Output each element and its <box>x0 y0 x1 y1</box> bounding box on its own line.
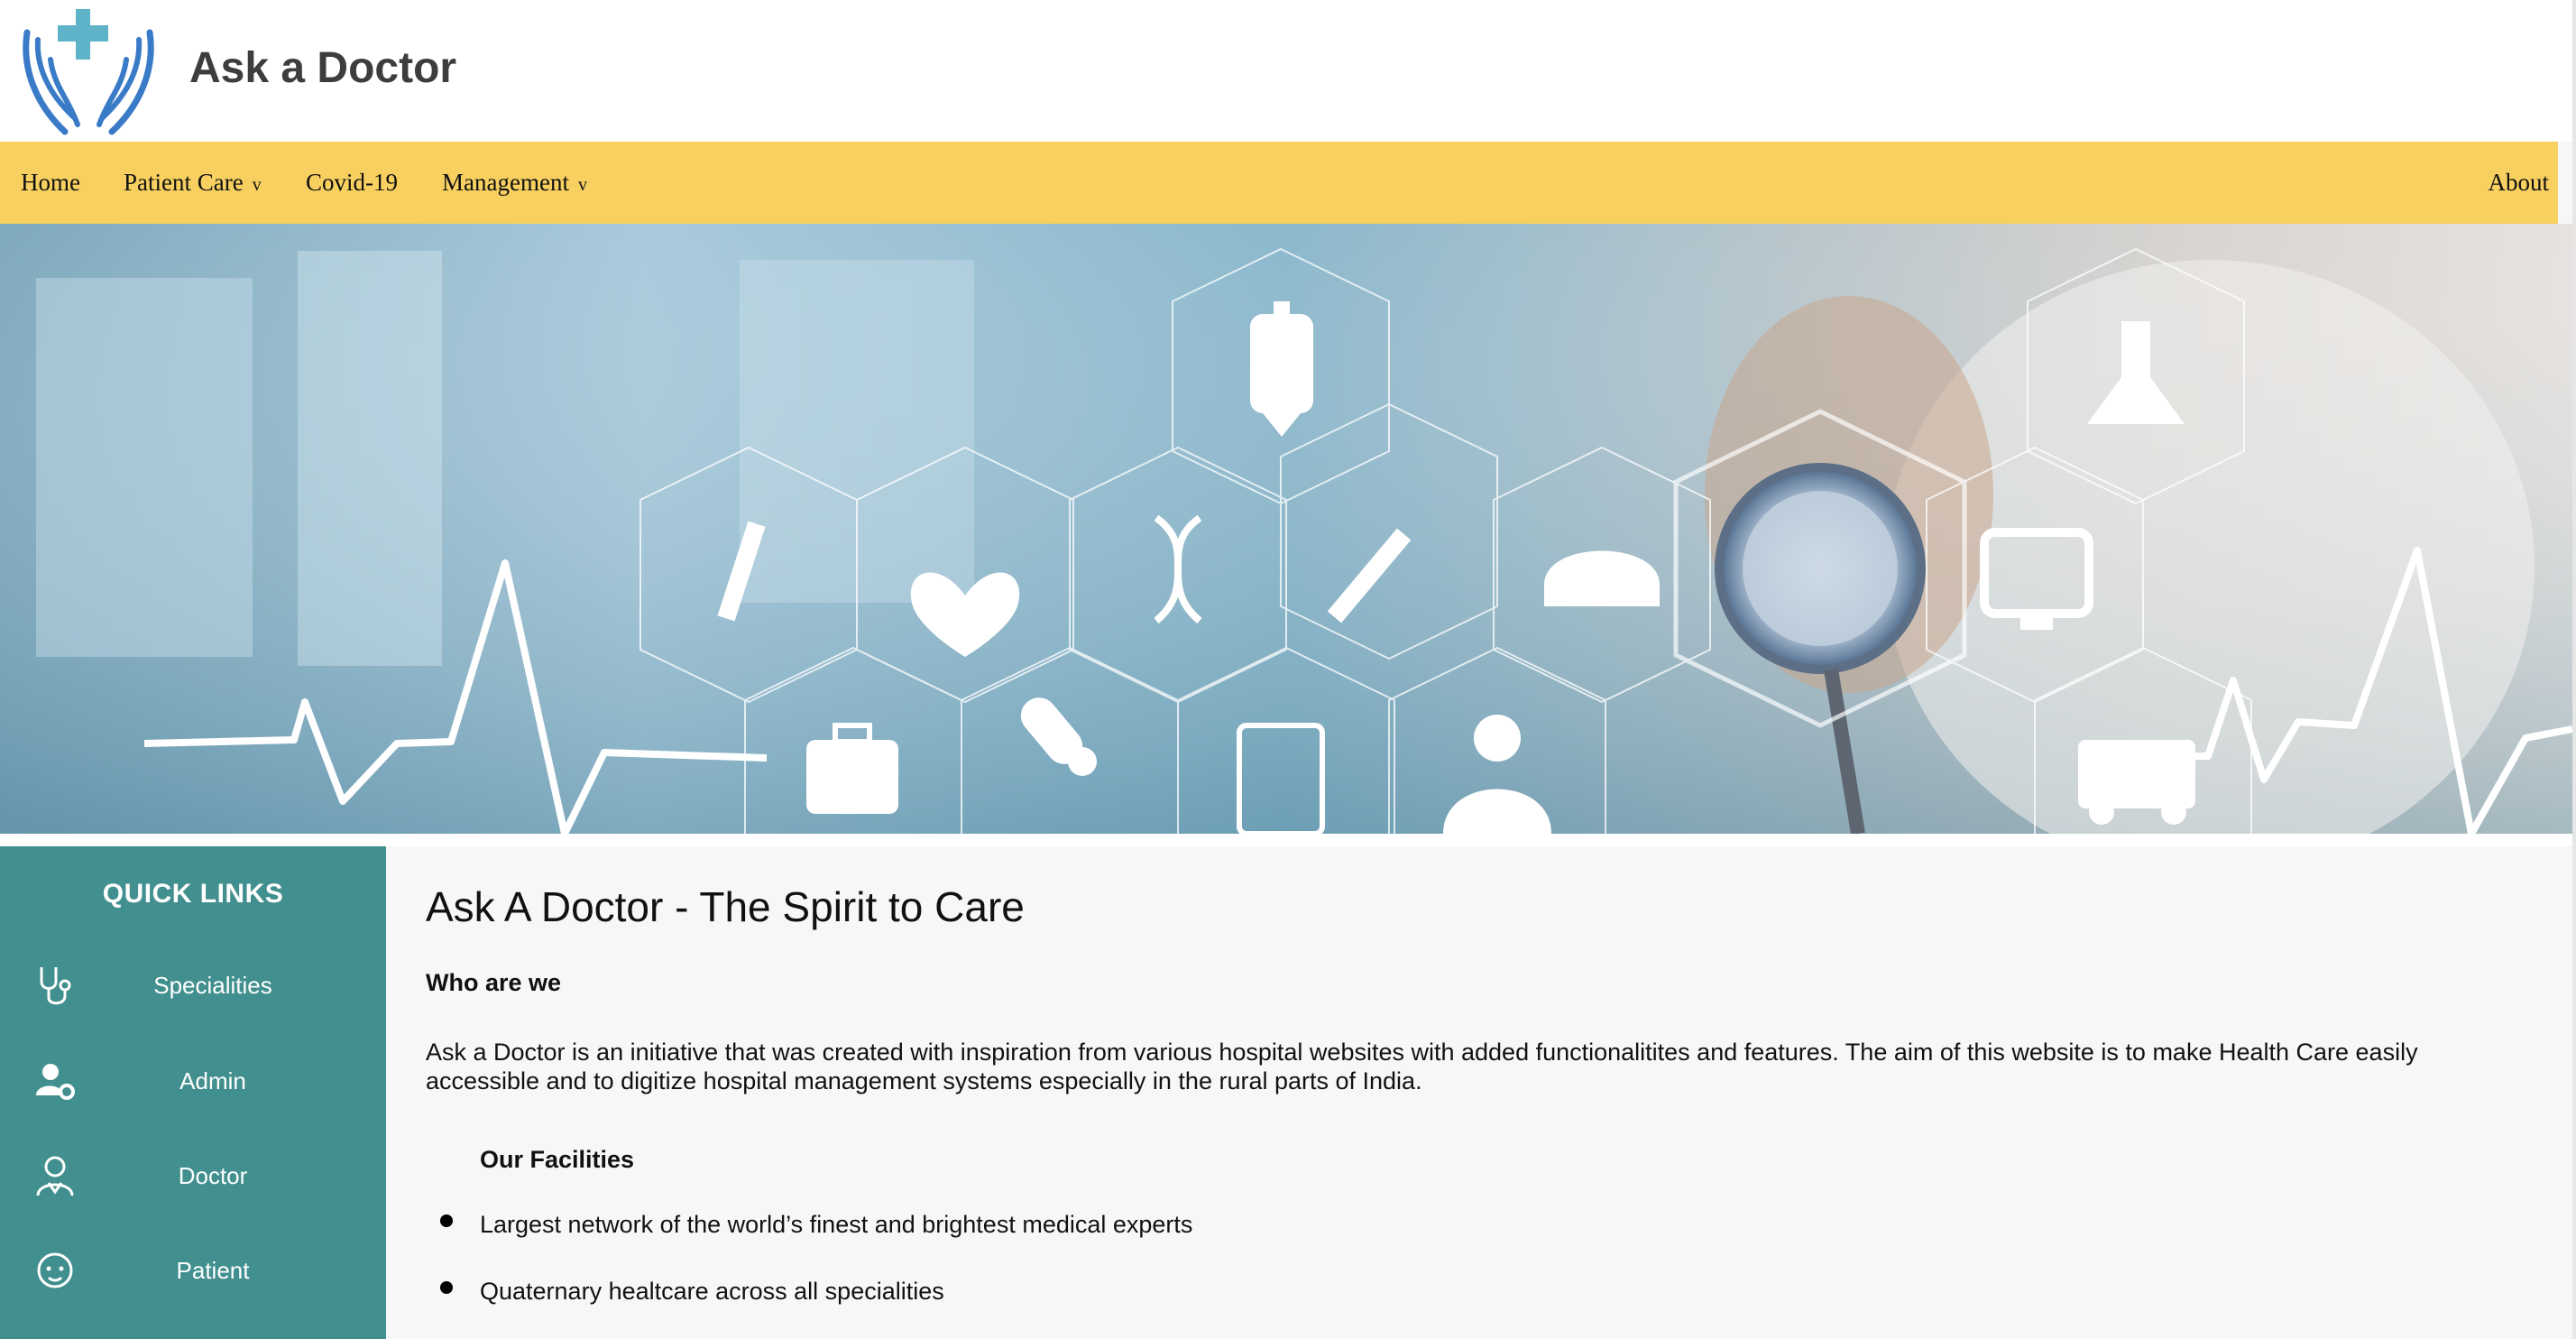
stethoscope-icon <box>40 967 71 1005</box>
site-header: Ask a Doctor <box>0 0 2576 142</box>
main-content: Ask A Doctor - The Spirit to Care Who ar… <box>386 846 2572 1339</box>
nav-patient-care-label: Patient Care <box>124 169 244 196</box>
hero-banner-image <box>0 224 2572 834</box>
quick-link-admin[interactable]: Admin <box>0 1045 386 1117</box>
nav-home[interactable]: Home <box>21 142 80 224</box>
nav-management-label: Management <box>442 169 569 196</box>
quick-links-sidebar: QUICK LINKS Specialities Admin Doctor Pa… <box>0 846 386 1339</box>
nav-home-label: Home <box>21 169 80 196</box>
page-scrollbar[interactable] <box>2572 0 2576 1339</box>
banner-divider <box>0 834 2572 846</box>
chevron-down-icon: v <box>252 175 262 195</box>
quick-links-title: QUICK LINKS <box>102 879 284 909</box>
hands-medical-cross-icon[interactable] <box>18 5 159 139</box>
facility-text: Largest network of the world’s finest an… <box>480 1211 1193 1238</box>
facilities-heading: Our Facilities <box>480 1146 635 1173</box>
page-title: Ask A Doctor - The Spirit to Care <box>426 883 1025 930</box>
nav-patient-care[interactable]: Patient Care v <box>124 142 262 224</box>
quick-link-doctor-label: Doctor <box>178 1162 248 1189</box>
quick-link-admin-label: Admin <box>179 1067 246 1094</box>
main-navbar: Home Patient Care v Covid-19 Management v … <box>0 142 2558 224</box>
nav-about[interactable]: About <box>2489 142 2550 224</box>
facility-list-item: Quaternary healtcare across all speciali… <box>440 1278 944 1306</box>
chevron-down-icon: v <box>577 175 587 195</box>
bullet-icon <box>440 1214 453 1227</box>
facility-text: Quaternary healtcare across all speciali… <box>480 1278 944 1305</box>
bullet-icon <box>440 1280 453 1294</box>
quick-link-doctor[interactable]: Doctor <box>0 1140 386 1212</box>
hero-banner <box>0 224 2572 834</box>
nav-covid-19-label: Covid-19 <box>306 169 399 196</box>
who-are-we-heading: Who are we <box>426 969 562 996</box>
nav-covid-19[interactable]: Covid-19 <box>306 142 398 224</box>
quick-link-specialities-label: Specialities <box>153 972 272 999</box>
doctor-icon <box>36 1156 74 1196</box>
facility-list-item: Largest network of the world’s finest an… <box>440 1211 1192 1239</box>
user-gear-icon <box>36 1064 75 1100</box>
nav-management[interactable]: Management v <box>442 142 587 224</box>
patient-face-icon <box>37 1252 73 1288</box>
intro-paragraph: Ask a Doctor is an initiative that was c… <box>426 1039 2418 1094</box>
site-title[interactable]: Ask a Doctor <box>189 40 456 97</box>
quick-link-patient[interactable]: Patient <box>0 1234 386 1307</box>
quick-link-patient-label: Patient <box>176 1257 250 1284</box>
nav-about-label: About <box>2488 169 2550 196</box>
quick-link-specialities[interactable]: Specialities <box>0 949 386 1021</box>
